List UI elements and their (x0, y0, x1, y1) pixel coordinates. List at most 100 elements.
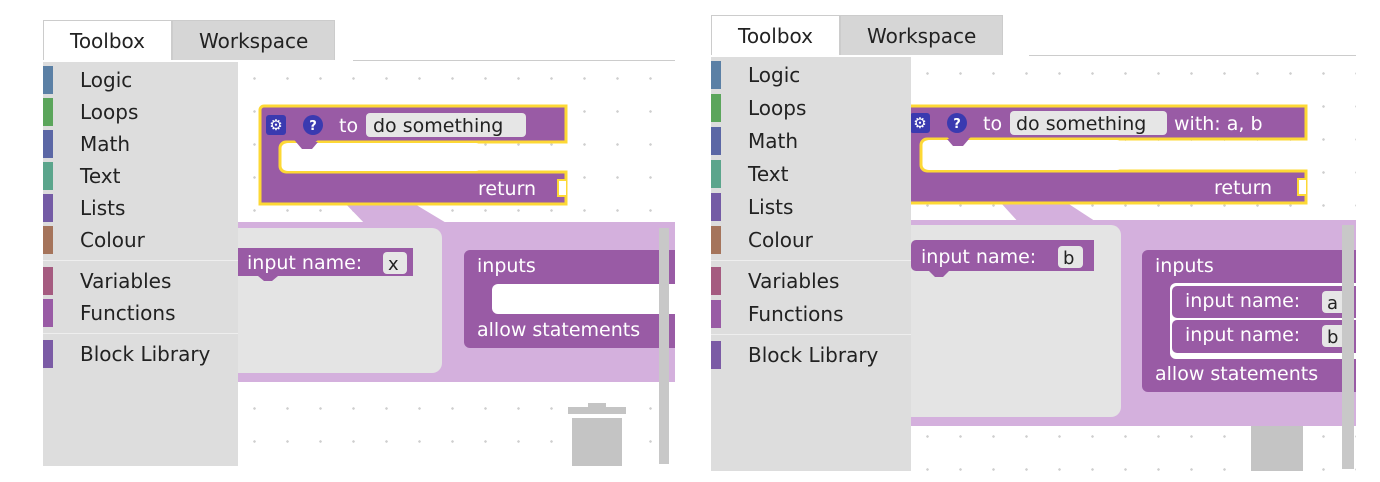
inputs-row[interactable]: input name: b (1172, 320, 1356, 353)
allow-statements-label: allow statements (477, 319, 640, 341)
left-panel: Toolbox Workspace Logic Loops Math Text … (43, 20, 675, 466)
inputs-row-label: input name: (1185, 324, 1300, 346)
swatch (711, 94, 721, 122)
swatch (43, 66, 53, 94)
help-glyph: ? (953, 117, 961, 132)
tab-underline (1029, 55, 1356, 56)
category-block-library[interactable]: Block Library (43, 338, 238, 370)
category-math[interactable]: Math (711, 125, 911, 157)
category-label: Block Library (748, 343, 879, 367)
tab-workspace[interactable]: Workspace (172, 20, 336, 60)
swatch (43, 340, 53, 368)
category-label: Math (748, 129, 799, 153)
input-name-label: input name: (247, 252, 362, 274)
category-logic[interactable]: Logic (711, 59, 911, 91)
input-name-field[interactable]: x (388, 254, 399, 275)
inputs-container-block[interactable]: inputs input name: a input name: b allow… (1142, 250, 1356, 392)
procedure-name-field[interactable]: do something (373, 115, 503, 137)
category-logic[interactable]: Logic (43, 64, 238, 96)
category-functions[interactable]: Functions (43, 297, 238, 329)
category-functions[interactable]: Functions (711, 298, 911, 330)
category-colour[interactable]: Colour (711, 224, 911, 256)
swatch (43, 98, 53, 126)
swatch (43, 299, 53, 327)
gear-glyph: ⚙ (913, 114, 926, 132)
inputs-row[interactable]: input name: a (1172, 286, 1356, 318)
category-label: Text (80, 164, 121, 188)
toolbox: Logic Loops Math Text Lists Colour Varia… (43, 62, 238, 466)
toolbox: Logic Loops Math Text Lists Colour Varia… (711, 57, 911, 471)
input-name-field[interactable]: b (1063, 248, 1074, 269)
separator (711, 260, 911, 261)
tab-bar: Toolbox Workspace (43, 20, 336, 60)
swatch (711, 300, 721, 328)
swatch (711, 341, 721, 369)
category-label: Colour (748, 228, 813, 252)
separator (43, 260, 238, 261)
swatch (43, 267, 53, 295)
tab-toolbox[interactable]: Toolbox (711, 15, 840, 55)
help-glyph: ? (309, 119, 317, 134)
workspace[interactable]: ⚙ ? to do something return input name: x (238, 62, 675, 466)
category-label: Logic (748, 63, 801, 87)
category-label: Variables (748, 269, 840, 293)
swatch (711, 226, 721, 254)
workspace[interactable]: ⚙ ? to do something with: a, b return in… (911, 57, 1356, 471)
category-label: Colour (80, 228, 145, 252)
category-colour[interactable]: Colour (43, 224, 238, 256)
swatch (711, 160, 721, 188)
procedure-return-label: return (1214, 177, 1272, 199)
inputs-label: inputs (477, 255, 536, 277)
category-text[interactable]: Text (711, 158, 911, 190)
workspace-canvas: ⚙ ? to do something with: a, b return in… (911, 104, 1356, 471)
category-loops[interactable]: Loops (43, 96, 238, 128)
category-label: Math (80, 132, 131, 156)
separator (43, 333, 238, 334)
tab-bar: Toolbox Workspace (711, 15, 1004, 55)
inputs-container-block[interactable]: inputs allow statements (464, 250, 675, 348)
category-block-library[interactable]: Block Library (711, 339, 911, 371)
category-lists[interactable]: Lists (43, 192, 238, 224)
category-label: Functions (80, 301, 176, 325)
tab-workspace[interactable]: Workspace (840, 15, 1004, 55)
category-math[interactable]: Math (43, 128, 238, 160)
category-variables[interactable]: Variables (43, 265, 238, 297)
workspace-scrollbar[interactable] (659, 228, 669, 464)
return-input-tab (557, 179, 566, 197)
procedure-params-label: with: a, b (1174, 113, 1263, 135)
procedure-name-field[interactable]: do something (1016, 113, 1146, 135)
trashcan-icon[interactable] (1251, 426, 1303, 471)
category-lists[interactable]: Lists (711, 191, 911, 223)
swatch (43, 226, 53, 254)
inputs-slot (492, 284, 675, 314)
category-label: Loops (80, 100, 139, 124)
category-label: Lists (748, 195, 794, 219)
swatch (711, 267, 721, 295)
inputs-row-field[interactable]: b (1327, 327, 1338, 348)
category-loops[interactable]: Loops (711, 92, 911, 124)
separator (711, 334, 911, 335)
workspace-scrollbar[interactable] (1342, 225, 1354, 469)
category-label: Block Library (80, 342, 211, 366)
workspace-canvas: ⚙ ? to do something return input name: x (238, 104, 675, 466)
category-label: Variables (80, 269, 172, 293)
procedure-block[interactable]: ⚙ ? to do something return (258, 104, 568, 206)
trashcan-icon[interactable] (568, 403, 626, 466)
swatch (711, 127, 721, 155)
tab-toolbox[interactable]: Toolbox (43, 20, 172, 60)
swatch (43, 162, 53, 190)
allow-statements-label: allow statements (1155, 363, 1318, 385)
swatch (711, 61, 721, 89)
procedure-to-label: to (339, 115, 358, 137)
category-variables[interactable]: Variables (711, 265, 911, 297)
procedure-block[interactable]: ⚙ ? to do something with: a, b return (911, 104, 1308, 205)
category-label: Lists (80, 196, 126, 220)
right-panel: Toolbox Workspace Logic Loops Math Text … (711, 15, 1356, 471)
category-label: Functions (748, 302, 844, 326)
inputs-label: inputs (1155, 255, 1214, 277)
input-name-label: input name: (921, 246, 1036, 268)
swatch (711, 193, 721, 221)
inputs-row-field[interactable]: a (1327, 293, 1338, 314)
return-input-tab (1297, 178, 1306, 196)
category-text[interactable]: Text (43, 160, 238, 192)
